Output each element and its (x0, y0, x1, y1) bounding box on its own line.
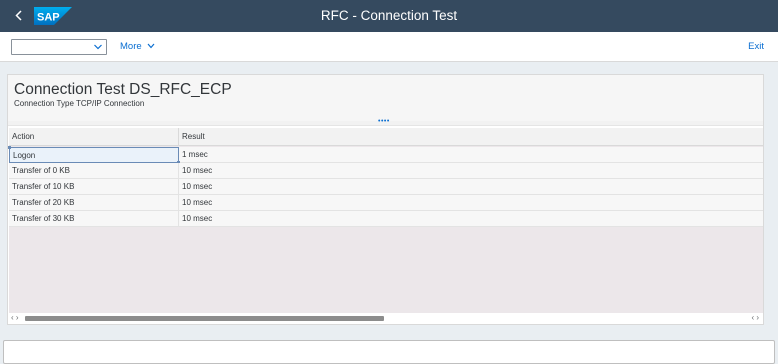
table-row[interactable]: Transfer of 30 KB 10 msec (9, 211, 763, 227)
action-cell[interactable]: Transfer of 0 KB (9, 163, 179, 179)
column-header-result[interactable]: Result (179, 128, 763, 146)
shell-bar: SAP RFC - Connection Test (0, 0, 778, 32)
horizontal-scrollbar[interactable]: ‹ › ‹ › (9, 313, 763, 323)
chevron-down-icon (94, 44, 102, 50)
action-cell[interactable]: Transfer of 10 KB (9, 179, 179, 195)
result-cell[interactable]: 10 msec (179, 179, 763, 195)
table-header: Action Result (9, 128, 763, 146)
action-cell[interactable]: Transfer of 30 KB (9, 211, 179, 227)
toolbar: More Exit (0, 32, 778, 62)
table-row[interactable]: Transfer of 0 KB 10 msec (9, 163, 763, 179)
page-subtitle: Connection Type TCP/IP Connection (14, 99, 145, 108)
table-row[interactable]: Logon 1 msec (8, 146, 763, 164)
table-row[interactable]: Transfer of 10 KB 10 msec (9, 179, 763, 195)
splitter-dots-icon: •••• (378, 118, 390, 125)
scrollbar-thumb[interactable] (25, 316, 384, 321)
column-header-action[interactable]: Action (9, 128, 179, 146)
splitter-handle[interactable]: •••• (8, 118, 763, 126)
result-cell[interactable]: 1 msec (179, 147, 763, 163)
result-cell[interactable]: 10 msec (179, 211, 763, 227)
action-cell[interactable]: Logon (8, 146, 180, 164)
table-row[interactable]: Transfer of 20 KB 10 msec (9, 195, 763, 211)
app-title: RFC - Connection Test (320, 8, 458, 23)
more-label: More (120, 41, 142, 52)
footer-bar (3, 340, 775, 364)
scroll-right-icon[interactable]: ‹ › (751, 313, 759, 322)
more-menu-button[interactable]: More (120, 41, 155, 52)
page-header: Connection Test DS_RFC_ECP Connection Ty… (8, 75, 763, 121)
results-table: Action Result Logon 1 msec Transfer of 0… (8, 128, 763, 313)
result-cell[interactable]: 10 msec (179, 163, 763, 179)
exit-button[interactable]: Exit (748, 41, 764, 52)
action-cell[interactable]: Transfer of 20 KB (9, 195, 179, 211)
page-title: Connection Test DS_RFC_ECP (14, 81, 232, 98)
chevron-down-icon (147, 44, 155, 49)
scroll-left-icon[interactable]: ‹ › (11, 313, 19, 322)
command-select[interactable] (11, 39, 107, 55)
content-panel: Connection Test DS_RFC_ECP Connection Ty… (7, 74, 764, 325)
result-cell[interactable]: 10 msec (179, 195, 763, 211)
